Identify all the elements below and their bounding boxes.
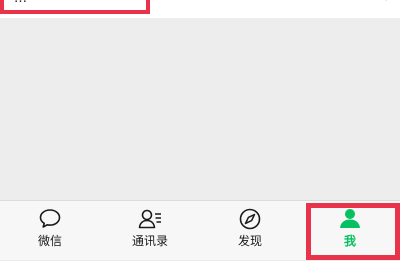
contacts-icon (138, 209, 161, 229)
tab-me-label: 我 (343, 234, 356, 248)
chat-bubble-icon (39, 209, 61, 228)
tab-me[interactable]: 我 (300, 201, 400, 261)
compass-icon (239, 208, 261, 230)
tab-discover[interactable]: 发现 (200, 201, 300, 261)
main-content (0, 18, 400, 200)
tab-chats-label: 微信 (37, 234, 62, 248)
tab-contacts[interactable]: 通讯录 (100, 201, 200, 261)
tab-contacts-label: 通讯录 (131, 234, 168, 248)
bottom-tab-bar: 微信 通讯录 发现 我 (0, 200, 400, 260)
person-icon (340, 209, 360, 228)
top-highlight-box (0, 0, 150, 14)
tab-discover-label: 发现 (237, 234, 262, 248)
chevron-right-icon: › (384, 0, 390, 6)
tab-chats[interactable]: 微信 (0, 201, 100, 261)
